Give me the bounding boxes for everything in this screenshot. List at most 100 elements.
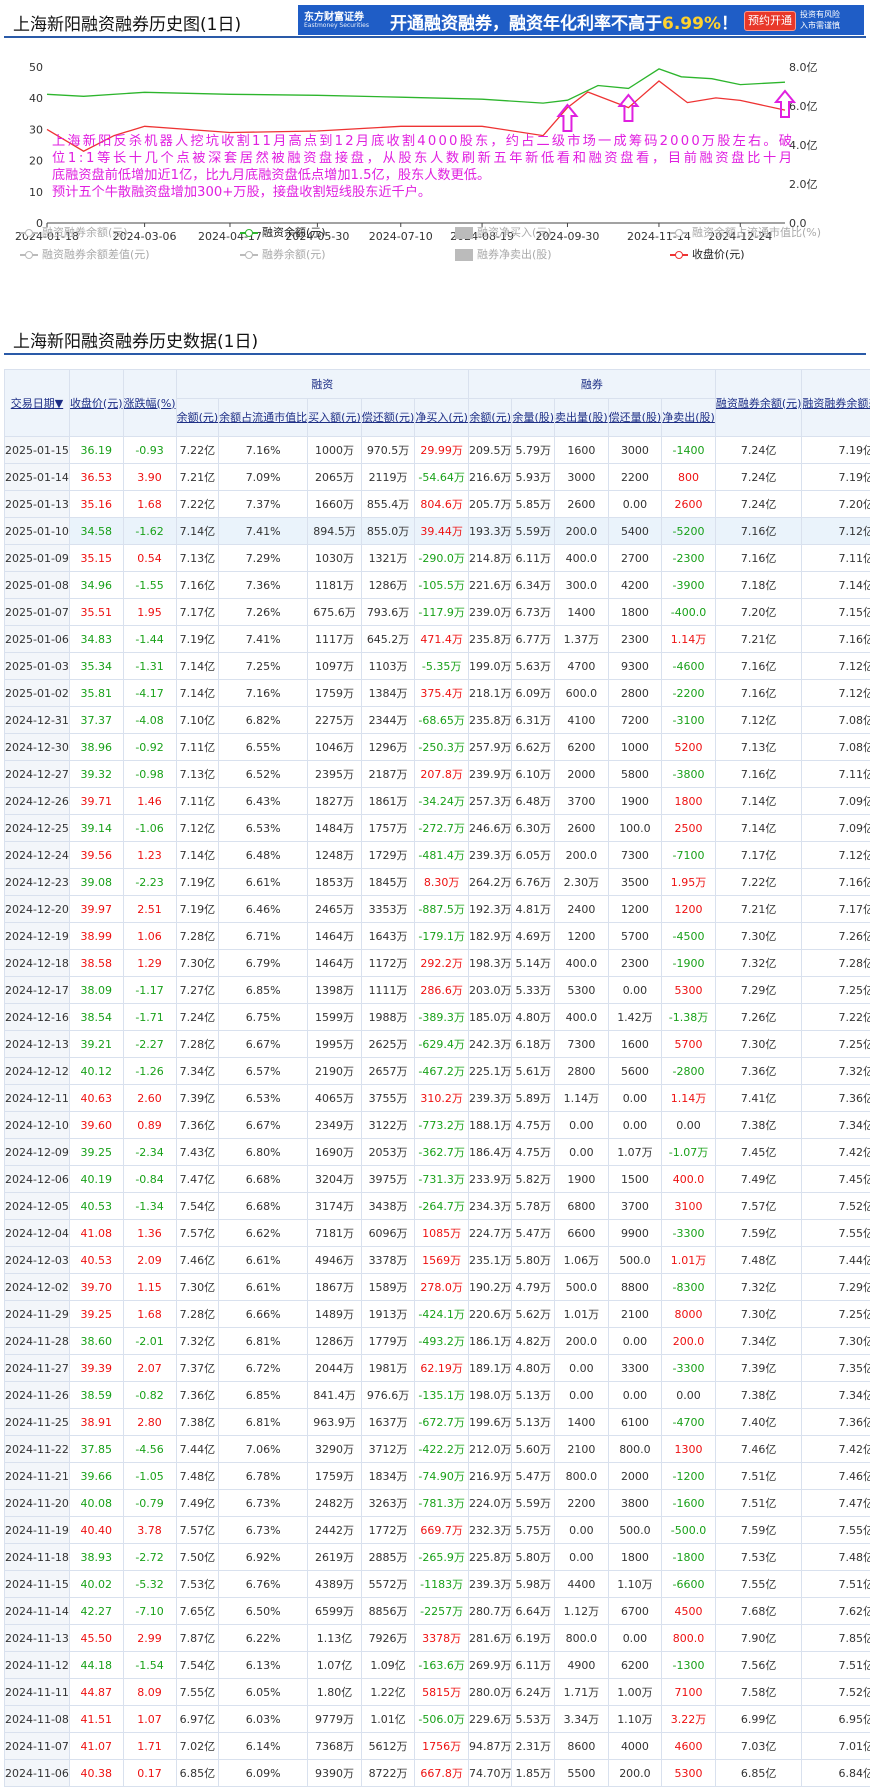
table-row[interactable]: 2024-11-12 44.18 -1.54 7.54亿 6.13% 1.07亿 1.09亿… — [4, 1651, 870, 1679]
legend-item[interactable]: 融券余额(元) — [240, 246, 326, 262]
table-row[interactable]: 2024-12-09 39.25 -2.34 7.43亿 6.80% 1690万 2053万… — [4, 1138, 870, 1166]
col-balance-diff[interactable]: 融资融券余额差值(元) — [801, 369, 870, 437]
col-sub-4[interactable]: 净买入(元) — [414, 398, 469, 437]
table-row[interactable]: 2024-11-27 39.39 2.07 7.37亿 6.72% 2044万 1981万 6… — [4, 1354, 870, 1382]
table-row[interactable]: 2024-12-19 38.99 1.06 7.28亿 6.71% 1464万 1643万 -… — [4, 922, 870, 950]
col-total-balance-label: 融资融券余额(元) — [715, 396, 802, 410]
table-cell: 7.16亿 — [714, 517, 803, 545]
table-row[interactable]: 2024-12-26 39.71 1.46 7.11亿 6.43% 1827万 1861万 -… — [4, 787, 870, 815]
ad-banner[interactable]: 东方财富证券 Eastmoney Securities 开通融资融券，融资年化利… — [298, 5, 864, 35]
table-row[interactable]: 2025-01-14 36.53 3.90 7.21亿 7.09% 2065万 2119万 -… — [4, 463, 870, 491]
table-row[interactable]: 2024-11-28 38.60 -2.01 7.32亿 6.81% 1286万 1779万… — [4, 1327, 870, 1355]
legend-item[interactable]: 融资净买入(元) — [455, 224, 552, 240]
table-cell: 234.3万 — [467, 1192, 513, 1220]
table-row[interactable]: 2024-12-04 41.08 1.36 7.57亿 6.62% 7181万 6096万 1… — [4, 1219, 870, 1247]
col-sub-0[interactable]: 余额(元) — [175, 398, 220, 437]
table-cell: 2024-12-02 — [4, 1273, 70, 1301]
col-sub-1[interactable]: 余额占流通市值比 — [218, 398, 309, 437]
table-row[interactable]: 2024-11-25 38.91 2.80 7.38亿 6.81% 963.9万 1637万… — [4, 1408, 870, 1436]
table-row[interactable]: 2024-11-19 40.40 3.78 7.57亿 6.73% 2442万 1772万 6… — [4, 1516, 870, 1544]
table-cell: 6.67% — [218, 1030, 309, 1058]
table-row[interactable]: 2025-01-15 36.19 -0.93 7.22亿 7.16% 1000万 970.5… — [4, 436, 870, 464]
legend-item[interactable]: 融资融券余额差值(元) — [20, 246, 150, 262]
table-cell: 7.40亿 — [714, 1408, 803, 1436]
reserve-open-button[interactable]: 预约开通 — [744, 11, 796, 31]
table-cell: 7.52亿 — [801, 1192, 870, 1220]
table-cell: 6.10万 — [511, 760, 556, 788]
table-row[interactable]: 2025-01-02 35.81 -4.17 7.14亿 7.16% 1759万 1384万… — [4, 679, 870, 707]
table-cell: 4900 — [554, 1651, 609, 1679]
table-row[interactable]: 2024-12-23 39.08 -2.23 7.19亿 6.61% 1853万 1845万… — [4, 868, 870, 896]
table-row[interactable]: 2024-11-22 37.85 -4.56 7.44亿 7.06% 3290万 3712万… — [4, 1435, 870, 1463]
legend-item[interactable]: 融资融券余额(元) — [20, 224, 128, 240]
table-row[interactable]: 2024-11-08 41.51 1.07 6.97亿 6.03% 9779万 1.01亿 -… — [4, 1705, 870, 1733]
col-sub-6[interactable]: 余量(股) — [511, 398, 556, 437]
table-row[interactable]: 2024-11-13 45.50 2.99 7.87亿 6.22% 1.13亿 7926万 3… — [4, 1624, 870, 1652]
table-row[interactable]: 2024-11-18 38.93 -2.72 7.50亿 6.92% 2619万 2885万… — [4, 1543, 870, 1571]
table-row[interactable]: 2025-01-08 34.96 -1.55 7.16亿 7.36% 1181万 1286万… — [4, 571, 870, 599]
table-cell: 6.85% — [218, 1381, 309, 1409]
table-row[interactable]: 2024-11-11 44.87 8.09 7.55亿 6.05% 1.80亿 1.22亿 5… — [4, 1678, 870, 1706]
table-row[interactable]: 2025-01-03 35.34 -1.31 7.14亿 7.25% 1097万 1103万… — [4, 652, 870, 680]
col-sub-5[interactable]: 余额(元) — [467, 398, 513, 437]
col-close[interactable]: 收盘价(元) — [68, 369, 124, 437]
table-row[interactable]: 2024-12-18 38.58 1.29 7.30亿 6.79% 1464万 1172万 2… — [4, 949, 870, 977]
legend-item[interactable]: 融券净卖出(股) — [455, 246, 552, 262]
table-row[interactable]: 2024-12-10 39.60 0.89 7.36亿 6.67% 2349万 3122万 -… — [4, 1111, 870, 1139]
table-row[interactable]: 2024-12-06 40.19 -0.84 7.47亿 6.68% 3204万 3975万… — [4, 1165, 870, 1193]
table-row[interactable]: 2025-01-06 34.83 -1.44 7.19亿 7.41% 1117万 645.2… — [4, 625, 870, 653]
table-row[interactable]: 2025-01-09 35.15 0.54 7.13亿 7.29% 1030万 1321万 -… — [4, 544, 870, 572]
table-row[interactable]: 2024-12-17 38.09 -1.17 7.27亿 6.85% 1398万 1111万… — [4, 976, 870, 1004]
table-row[interactable]: 2024-11-29 39.25 1.68 7.28亿 6.66% 1489万 1913万 -… — [4, 1300, 870, 1328]
col-sub-9[interactable]: 净卖出(股) — [661, 398, 716, 437]
col-change[interactable]: 涨跌幅(%) — [122, 369, 177, 437]
table-row[interactable]: 2024-12-12 40.12 -1.26 7.34亿 6.57% 2190万 2657万… — [4, 1057, 870, 1085]
table-cell: 855.0万 — [360, 517, 416, 545]
table-row[interactable]: 2024-11-14 42.27 -7.10 7.65亿 6.50% 6599万 8856万… — [4, 1597, 870, 1625]
table-row[interactable]: 2024-11-21 39.66 -1.05 7.48亿 6.78% 1759万 1834万… — [4, 1462, 870, 1490]
table-row[interactable]: 2024-11-26 38.59 -0.82 7.36亿 6.85% 841.4万 976.… — [4, 1381, 870, 1409]
table-row[interactable]: 2024-12-30 38.96 -0.92 7.11亿 6.55% 1046万 1296万… — [4, 733, 870, 761]
table-cell: 7.43亿 — [175, 1138, 220, 1166]
table-cell: 7.48亿 — [175, 1462, 220, 1490]
col-date[interactable]: 交易日期▼ — [4, 369, 70, 437]
col-total-balance[interactable]: 融资融券余额(元) — [714, 369, 803, 437]
table-row[interactable]: 2025-01-10 34.58 -1.62 7.14亿 7.41% 894.5万 855.… — [4, 517, 870, 545]
table-cell: 471.4万 — [414, 625, 469, 653]
table-cell: 62.19万 — [414, 1354, 469, 1382]
table-cell: -7.10 — [122, 1597, 177, 1625]
table-row[interactable]: 2025-01-13 35.16 1.68 7.22亿 7.37% 1660万 855.4万… — [4, 490, 870, 518]
table-row[interactable]: 2024-12-05 40.53 -1.34 7.54亿 6.68% 3174万 3438万… — [4, 1192, 870, 1220]
table-cell: 7.16亿 — [714, 760, 803, 788]
legend-item[interactable]: 融资余额占流通市值比(%) — [670, 224, 821, 240]
table-row[interactable]: 2024-11-06 40.38 0.17 6.85亿 6.09% 9390万 8722万 6… — [4, 1759, 870, 1787]
table-row[interactable]: 2024-11-15 40.02 -5.32 7.53亿 6.76% 4389万 5572万… — [4, 1570, 870, 1598]
table-cell: 7.49亿 — [175, 1489, 220, 1517]
table-row[interactable]: 2024-12-20 39.97 2.51 7.19亿 6.46% 2465万 3353万 -… — [4, 895, 870, 923]
table-row[interactable]: 2024-12-11 40.63 2.60 7.39亿 6.53% 4065万 3755万 3… — [4, 1084, 870, 1112]
table-row[interactable]: 2024-12-03 40.53 2.09 7.46亿 6.61% 4946万 3378万 1… — [4, 1246, 870, 1274]
table-row[interactable]: 2024-11-20 40.08 -0.79 7.49亿 6.73% 2482万 3263万… — [4, 1489, 870, 1517]
table-row[interactable]: 2024-12-13 39.21 -2.27 7.28亿 6.67% 1995万 2625万… — [4, 1030, 870, 1058]
table-cell: 40.12 — [68, 1057, 124, 1085]
legend-item[interactable]: 收盘价(元) — [670, 246, 745, 262]
table-cell: 2.60 — [122, 1084, 177, 1112]
table-row[interactable]: 2024-12-31 37.37 -4.08 7.10亿 6.82% 2275万 2344万… — [4, 706, 870, 734]
col-sub-7[interactable]: 卖出量(股) — [554, 398, 609, 437]
col-sub-3[interactable]: 偿还额(元) — [360, 398, 416, 437]
legend-item[interactable]: 融资余额(元) — [240, 224, 326, 240]
table-row[interactable]: 2024-12-25 39.14 -1.06 7.12亿 6.53% 1484万 1757万… — [4, 814, 870, 842]
col-sub-8[interactable]: 偿还量(股) — [607, 398, 663, 437]
table-row[interactable]: 2024-11-07 41.07 1.71 7.02亿 6.14% 7368万 5612万 1… — [4, 1732, 870, 1760]
table-cell: 2024-12-31 — [4, 706, 70, 734]
margin-history-table: 交易日期▼ 收盘价(元) 涨跌幅(%) 融资 融券 融资融券余额(元) 融资融券… — [4, 369, 870, 1787]
table-cell: 2024-12-16 — [4, 1003, 70, 1031]
table-cell: 6.30万 — [511, 814, 556, 842]
table-row[interactable]: 2025-01-07 35.51 1.95 7.17亿 7.26% 675.6万 793.6… — [4, 598, 870, 626]
table-row[interactable]: 2024-12-27 39.32 -0.98 7.13亿 6.52% 2395万 2187万… — [4, 760, 870, 788]
table-row[interactable]: 2024-12-24 39.56 1.23 7.14亿 6.48% 1248万 1729万 -… — [4, 841, 870, 869]
table-cell: 0.00 — [607, 976, 663, 1004]
col-sub-2[interactable]: 买入额(元) — [307, 398, 362, 437]
table-row[interactable]: 2024-12-16 38.54 -1.71 7.24亿 6.75% 1599万 1988万… — [4, 1003, 870, 1031]
table-row[interactable]: 2024-12-02 39.70 1.15 7.30亿 6.61% 1867万 1589万 2… — [4, 1273, 870, 1301]
